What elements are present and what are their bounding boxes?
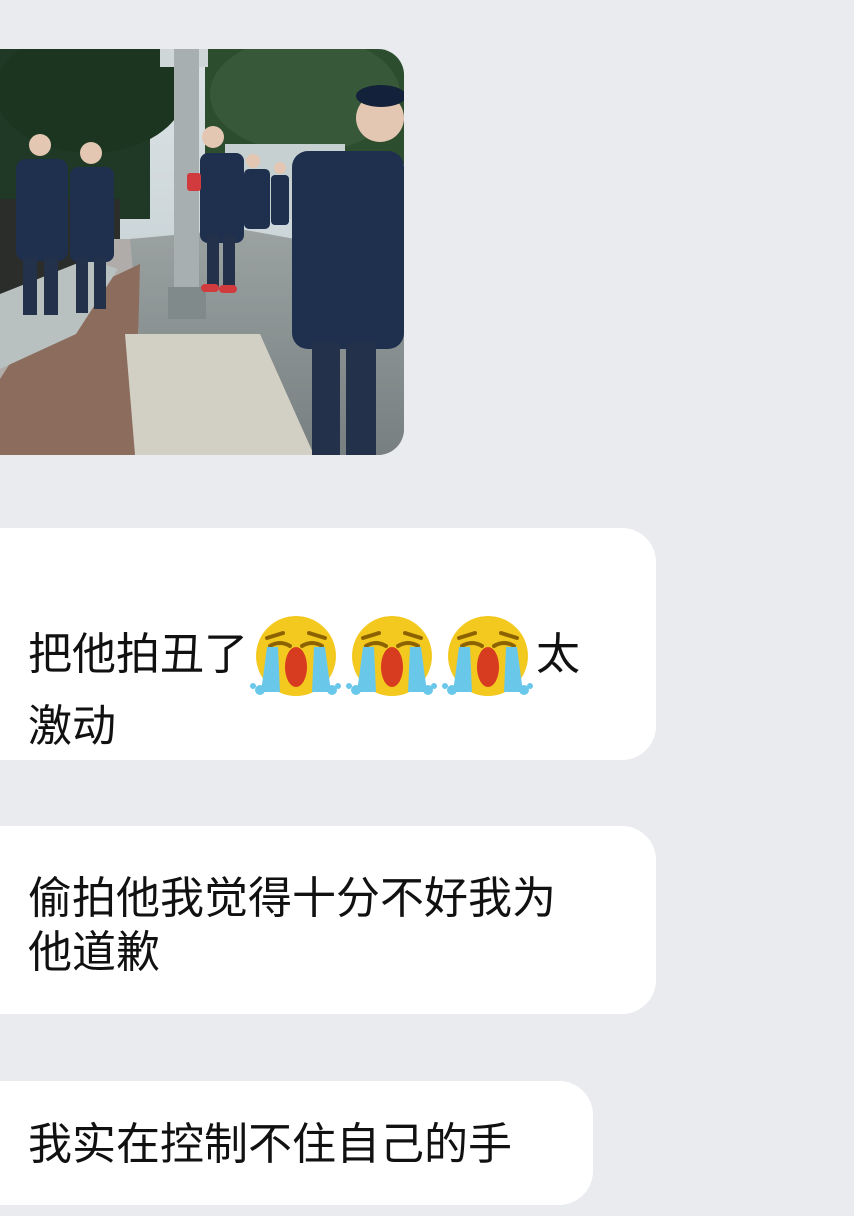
- photo-message[interactable]: [0, 49, 404, 455]
- message-text: 太: [536, 629, 580, 680]
- chat-view: 把他拍丑了 太 激动 偷拍他我觉得十分不好我为 他道歉 我实在控制不住自己的手: [0, 0, 854, 1216]
- message-line: 偷拍他我觉得十分不好我为: [28, 873, 556, 924]
- message-bubble[interactable]: 我实在控制不住自己的手: [0, 1081, 593, 1205]
- message-bubble[interactable]: 把他拍丑了 太 激动: [0, 528, 656, 760]
- message-text: 把他拍丑了: [28, 629, 248, 680]
- loudly-crying-face-icon: [346, 616, 437, 696]
- message-line: 把他拍丑了 太: [28, 612, 622, 700]
- message-bubble[interactable]: 偷拍他我觉得十分不好我为 他道歉: [0, 826, 656, 1014]
- loudly-crying-face-icon: [442, 616, 533, 696]
- street-photo: [0, 49, 404, 455]
- loudly-crying-face-icon: [250, 616, 341, 696]
- message-line: 他道歉: [28, 927, 160, 978]
- message-line: 激动: [28, 701, 116, 752]
- message-line: 我实在控制不住自己的手: [28, 1119, 512, 1170]
